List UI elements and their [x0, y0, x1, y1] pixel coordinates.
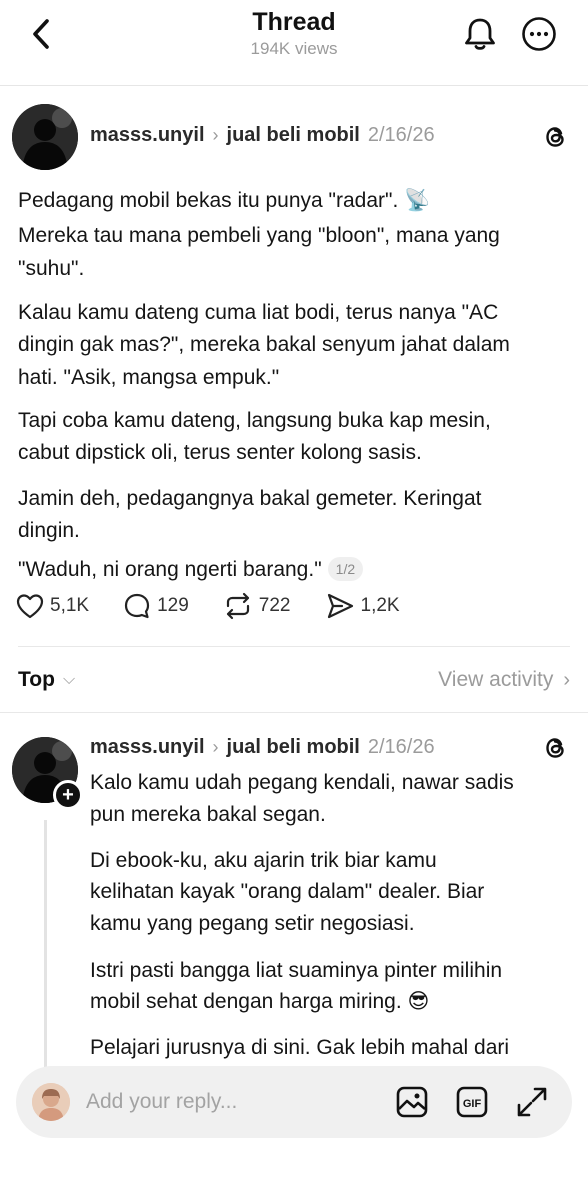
post-line: Jamin deh, pedagangnya bakal gemeter. Ke…: [18, 487, 482, 510]
reply-line: kelihatan kayak "orang dalam" dealer. Bi…: [90, 880, 485, 903]
chevron-right-icon: ›: [212, 737, 219, 757]
view-activity-label: View activity: [438, 668, 554, 691]
post-actions: 5,1K 129 722 1,2K: [16, 592, 434, 620]
post-line: "suhu".: [18, 257, 85, 280]
post-line: Kalau kamu dateng cuma liat bodi, terus …: [18, 301, 499, 324]
reply-meta: masss.unyil › jual beli mobil 2/16/26: [90, 736, 435, 759]
post-line-last: "Waduh, ni orang ngerti barang." 1/2: [18, 554, 364, 585]
reply-line: Istri pasti bangga liat suaminya pinter …: [90, 959, 503, 982]
post-line: Tapi coba kamu dateng, langsung buka kap…: [18, 409, 491, 432]
image-icon: [396, 1086, 428, 1118]
chevron-right-icon: ›: [212, 125, 219, 145]
follow-button[interactable]: +: [53, 780, 83, 810]
more-horizontal-icon: [522, 17, 556, 51]
bell-icon: [465, 18, 495, 50]
post-line: hati. "Asik, mangsa empuk.": [18, 366, 280, 389]
share-count: 1,2K: [360, 595, 400, 616]
reply-line: Di ebook-ku, aku ajarin trik biar kamu: [90, 849, 437, 872]
chevron-right-icon: ›: [563, 668, 570, 691]
like-button[interactable]: 5,1K: [16, 593, 89, 619]
repost-count: 722: [258, 595, 291, 616]
sort-dropdown[interactable]: Top ⌵: [18, 668, 75, 692]
reply-line: Pelajari jurusnya di sini. Gak lebih mah…: [90, 1036, 510, 1059]
send-icon: [327, 593, 353, 619]
bottom-safe-area: [0, 1140, 588, 1200]
heart-icon: [16, 594, 44, 619]
gif-button[interactable]: GIF: [454, 1084, 490, 1120]
community-name[interactable]: jual beli mobil: [227, 124, 360, 147]
post-line: Pedagang mobil bekas itu punya "radar". …: [18, 189, 431, 212]
share-button[interactable]: 1,2K: [325, 592, 400, 620]
repost-icon: [226, 592, 249, 620]
post-meta: masss.unyil › jual beli mobil 2/16/26: [90, 124, 435, 147]
repost-button[interactable]: 722: [223, 592, 291, 620]
page-badge[interactable]: 1/2: [327, 557, 364, 581]
sort-row: Top ⌵ View activity ›: [18, 664, 570, 696]
like-count: 5,1K: [50, 595, 90, 616]
chevron-down-icon: ⌵: [62, 671, 76, 688]
expand-composer-button[interactable]: [514, 1084, 550, 1120]
notifications-button[interactable]: [458, 12, 502, 56]
reply-community-name[interactable]: jual beli mobil: [227, 736, 360, 759]
reply-date: 2/16/26: [367, 736, 435, 758]
reply-input[interactable]: [86, 1087, 376, 1117]
comment-button[interactable]: 129: [123, 592, 189, 620]
comment-count: 129: [157, 595, 189, 616]
threads-logo-icon[interactable]: [540, 733, 570, 763]
svg-text:GIF: GIF: [463, 1098, 482, 1110]
attach-image-button[interactable]: [394, 1084, 430, 1120]
current-user-avatar: [32, 1083, 70, 1121]
reply-author-username[interactable]: masss.unyil: [90, 736, 205, 759]
divider: [0, 712, 588, 713]
view-activity-link[interactable]: View activity ›: [438, 668, 570, 692]
reply-line: mobil sehat dengan harga miring. 😎: [90, 990, 430, 1013]
comment-icon: [124, 593, 150, 619]
post-line: Mereka tau mana pembeli yang "bloon", ma…: [18, 224, 500, 247]
more-options-button[interactable]: [517, 12, 561, 56]
reply-composer: GIF: [16, 1066, 572, 1138]
post-line: dingin gak mas?", mereka bakal senyum ja…: [18, 333, 510, 356]
author-username[interactable]: masss.unyil: [90, 124, 205, 147]
reply-line: Kalo kamu udah pegang kendali, nawar sad…: [90, 771, 514, 794]
plus-icon: +: [62, 784, 74, 806]
divider: [18, 646, 570, 647]
reply-line: pun mereka bakal segan.: [90, 803, 326, 826]
top-bar: Thread 194K views: [0, 0, 588, 86]
post-date: 2/16/26: [367, 124, 435, 146]
reply-line: kamu yang pegang setir negosiasi.: [90, 912, 415, 935]
threads-logo-icon[interactable]: [540, 122, 570, 152]
author-avatar[interactable]: [12, 104, 78, 170]
post-line: dingin.: [18, 519, 80, 542]
post-line-text: "Waduh, ni orang ngerti barang.": [18, 558, 322, 581]
gif-icon: GIF: [456, 1086, 488, 1118]
thread-connector-line: [44, 820, 47, 1072]
sort-label: Top: [18, 668, 55, 691]
expand-icon: [517, 1087, 547, 1117]
post-line: cabut dipstick oli, terus senter kolong …: [18, 441, 422, 464]
